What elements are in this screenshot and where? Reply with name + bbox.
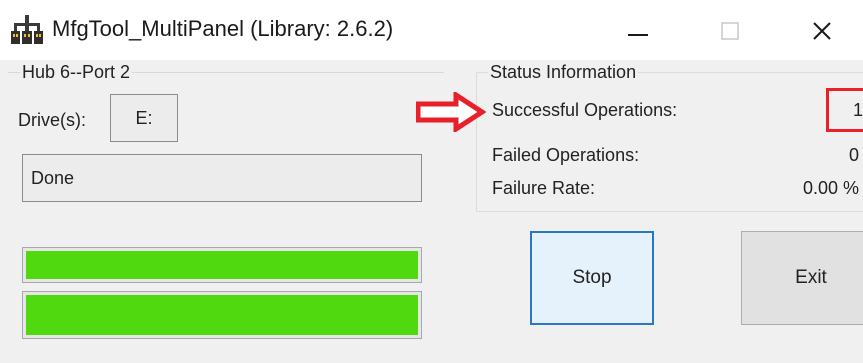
failure-rate-label: Failure Rate: (492, 178, 596, 198)
drive-value: E: (110, 94, 178, 142)
failure-rate-value: 0.00 % (802, 178, 859, 198)
red-arrow-right-icon (416, 92, 486, 132)
status-information-title: Status Information (488, 61, 639, 83)
progress-bar-current (22, 291, 422, 339)
window-title: MfgTool_MultiPanel (Library: 2.6.2) (52, 16, 394, 41)
close-button[interactable] (782, 8, 862, 54)
hub-port-title: Hub 6--Port 2 (20, 61, 133, 83)
close-icon (813, 22, 831, 40)
progress-fill-overall (26, 251, 418, 279)
successful-operations-label: Successful Operations: (492, 100, 678, 120)
title-bar[interactable]: MfgTool_MultiPanel (Library: 2.6.2) (0, 0, 863, 60)
progress-fill-current (26, 295, 418, 335)
successful-operations-highlight (826, 88, 863, 132)
failed-operations-label: Failed Operations: (492, 145, 640, 165)
usb-hub-icon (10, 15, 44, 45)
failed-operations-value: 0 (848, 145, 859, 165)
exit-button[interactable]: Exit (741, 231, 863, 325)
mfgtool-window: MfgTool_MultiPanel (Library: 2.6.2) Hub … (0, 0, 863, 363)
minimize-button[interactable] (598, 8, 678, 54)
drives-label: Drive(s): (18, 110, 86, 130)
maximize-icon (721, 22, 739, 40)
operation-status-text: Done (22, 154, 422, 202)
stop-button[interactable]: Stop (530, 231, 654, 325)
maximize-button[interactable] (690, 8, 770, 54)
minimize-icon (628, 34, 648, 36)
progress-bar-overall (22, 247, 422, 283)
